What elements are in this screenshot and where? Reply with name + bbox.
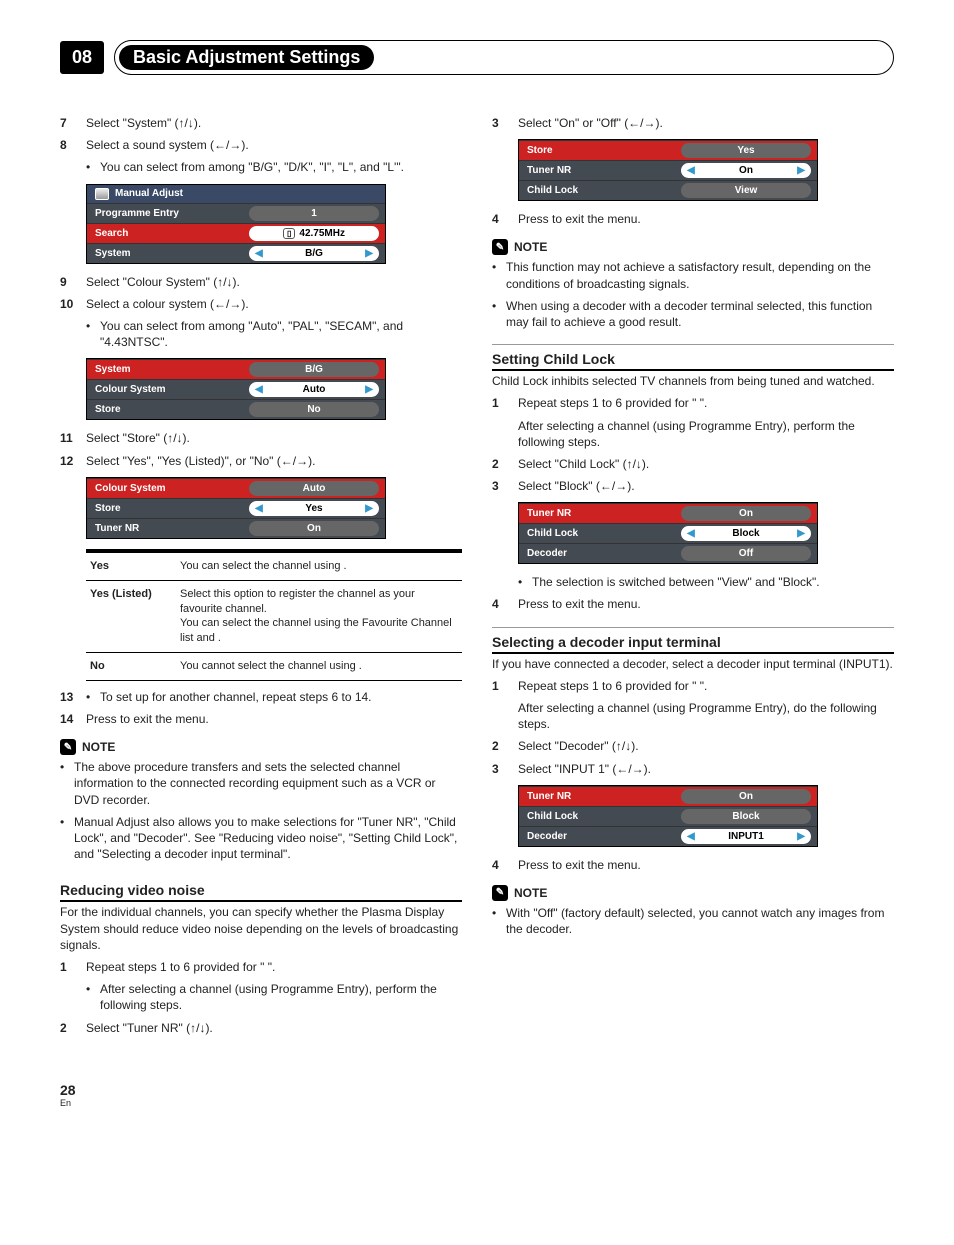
right-column: 3Select "On" or "Off" (←/→). StoreYes Tu… (492, 115, 894, 1042)
chapter-title-pill: Basic Adjustment Settings (114, 40, 894, 75)
step-7: Select "System" (↑/↓). (86, 116, 201, 130)
note-c: With "Off" (factory default) selected, y… (492, 905, 894, 937)
reduce-step-1: Repeat steps 1 to 6 provided for " ". (86, 960, 275, 974)
right-arrow-icon: ▶ (365, 384, 373, 395)
note-1: The above procedure transfers and sets t… (60, 759, 462, 808)
menu-colour-system: SystemB/G Colour System◀Auto▶ StoreNo (86, 358, 386, 420)
child-step-2: After selecting a channel (using Program… (518, 419, 855, 449)
reduce-step-2: Select "Tuner NR" (↑/↓). (86, 1021, 213, 1035)
step-8: Select a sound system (←/→). (86, 138, 249, 152)
right-arrow-icon: ▶ (797, 831, 805, 842)
page-language: En (60, 1098, 894, 1108)
heading-reducing-video-noise: Reducing video noise (60, 876, 462, 902)
step-11: Select "Store" (↑/↓). (86, 431, 190, 445)
decoder-step-5: Press to exit the menu. (518, 858, 641, 872)
child-bullet: The selection is switched between "View"… (518, 574, 894, 590)
heading-child-lock: Setting Child Lock (492, 344, 894, 371)
right-step-3: Select "On" or "Off" (←/→). (518, 116, 663, 130)
heading-decoder: Selecting a decoder input terminal (492, 627, 894, 654)
right-arrow-icon: ▶ (365, 503, 373, 514)
child-step-5: Press to exit the menu. (518, 597, 641, 611)
note-label: NOTE (82, 740, 115, 754)
child-step-4: Select "Block" (←/→). (518, 479, 635, 493)
reduce-step-1b: After selecting a channel (using Program… (86, 981, 462, 1013)
page-number: 28 (60, 1082, 894, 1098)
note-label: NOTE (514, 886, 547, 900)
store-definitions-table: YesYou can select the channel using . Ye… (86, 549, 462, 681)
step-13: To set up for another channel, repeat st… (86, 689, 462, 705)
child-lock-intro: Child Lock inhibits selected TV channels… (492, 373, 894, 389)
child-step-1: Repeat steps 1 to 6 provided for " ". (518, 396, 707, 410)
step-9: Select "Colour System" (↑/↓). (86, 275, 240, 289)
note-label: NOTE (514, 240, 547, 254)
wrench-icon (95, 188, 109, 200)
left-arrow-icon: ◀ (255, 248, 263, 259)
left-arrow-icon: ◀ (687, 831, 695, 842)
step-8-bullet: You can select from among "B/G", "D/K", … (86, 159, 462, 175)
right-arrow-icon: ▶ (797, 528, 805, 539)
decoder-intro: If you have connected a decoder, select … (492, 656, 894, 672)
step-10-bullet: You can select from among "Auto", "PAL",… (86, 318, 462, 350)
step-14: Press to exit the menu. (86, 712, 209, 726)
chapter-number-badge: 08 (60, 41, 104, 74)
chapter-header: 08 Basic Adjustment Settings (60, 40, 894, 75)
menu-child-lock: Tuner NROn Child Lock◀Block▶ DecoderOff (518, 502, 818, 564)
menu-decoder: Tuner NROn Child LockBlock Decoder◀INPUT… (518, 785, 818, 847)
decoder-step-2: After selecting a channel (using Program… (518, 701, 877, 731)
note-2: Manual Adjust also allows you to make se… (60, 814, 462, 863)
decoder-step-4: Select "INPUT 1" (←/→). (518, 762, 651, 776)
left-arrow-icon: ◀ (687, 165, 695, 176)
left-column: 7Select "System" (↑/↓). 8Select a sound … (60, 115, 462, 1042)
pencil-icon: ✎ (492, 885, 508, 901)
left-arrow-icon: ◀ (255, 384, 263, 395)
pencil-icon: ✎ (60, 739, 76, 755)
reducing-video-noise-intro: For the individual channels, you can spe… (60, 904, 462, 953)
pencil-icon: ✎ (492, 239, 508, 255)
decoder-step-3: Select "Decoder" (↑/↓). (518, 739, 639, 753)
step-12: Select "Yes", "Yes (Listed)", or "No" (←… (86, 454, 315, 468)
cartridge-icon: ▯ (283, 228, 295, 239)
chapter-title: Basic Adjustment Settings (119, 45, 374, 70)
left-arrow-icon: ◀ (255, 503, 263, 514)
child-step-3: Select "Child Lock" (↑/↓). (518, 457, 649, 471)
note-b: When using a decoder with a decoder term… (492, 298, 894, 330)
menu-manual-adjust: Manual Adjust Programme Entry1 Search▯42… (86, 184, 386, 264)
right-step-4: Press to exit the menu. (518, 212, 641, 226)
menu-tuner-nr: StoreYes Tuner NR◀On▶ Child LockView (518, 139, 818, 201)
left-arrow-icon: ◀ (687, 528, 695, 539)
right-arrow-icon: ▶ (365, 248, 373, 259)
note-a: This function may not achieve a satisfac… (492, 259, 894, 291)
page-footer: 28 En (60, 1082, 894, 1108)
right-arrow-icon: ▶ (797, 165, 805, 176)
decoder-step-1: Repeat steps 1 to 6 provided for " ". (518, 679, 707, 693)
step-10: Select a colour system (←/→). (86, 297, 249, 311)
menu-store: Colour SystemAuto Store◀Yes▶ Tuner NROn (86, 477, 386, 539)
